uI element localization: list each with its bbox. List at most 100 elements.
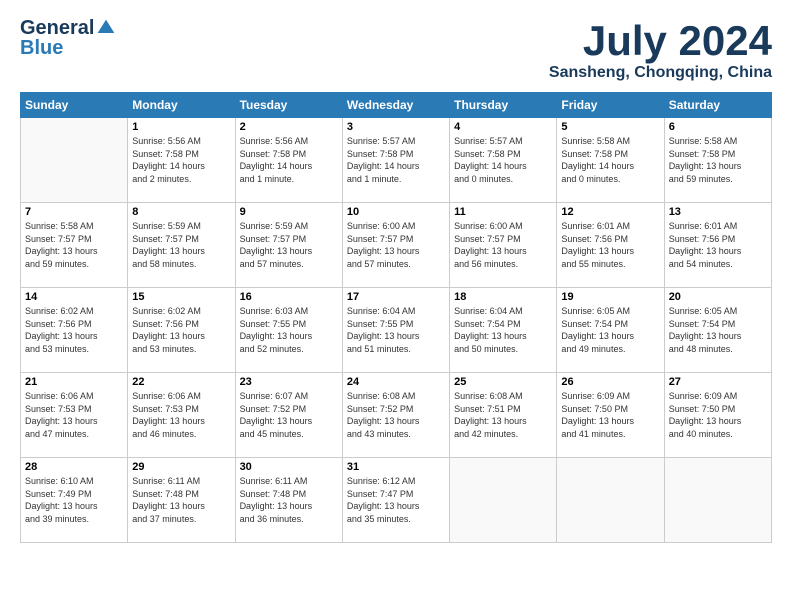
day-info: Sunrise: 6:06 AM Sunset: 7:53 PM Dayligh… (132, 390, 230, 440)
day-cell: 22Sunrise: 6:06 AM Sunset: 7:53 PM Dayli… (128, 373, 235, 458)
day-info: Sunrise: 6:07 AM Sunset: 7:52 PM Dayligh… (240, 390, 338, 440)
day-info: Sunrise: 6:09 AM Sunset: 7:50 PM Dayligh… (561, 390, 659, 440)
day-number: 19 (561, 291, 659, 303)
week-row-3: 21 Sunrise: 6:06 AM Sunset: 7:53 PM Dayli… (21, 373, 772, 458)
day-cell: 26 Sunrise: 6:09 AM Sunset: 7:50 PM Dayli… (557, 373, 664, 458)
day-number: 26 (561, 376, 659, 388)
day-number: 1 (132, 121, 230, 133)
day-number: 24 (347, 376, 445, 388)
logo-general: General (20, 18, 94, 38)
day-number: 18 (454, 291, 552, 303)
day-info: Sunrise: 6:01 AM Sunset: 7:56 PM Dayligh… (561, 220, 659, 270)
day-info: Sunrise: 5:56 AM Sunset: 7:58 PM Dayligh… (132, 135, 230, 185)
day-number: 9 (240, 206, 338, 218)
day-number: 3 (347, 121, 445, 133)
day-number: 7 (25, 206, 123, 218)
col-header-friday: Friday (557, 93, 664, 118)
day-info: Sunrise: 6:02 AM Sunset: 7:56 PM Dayligh… (25, 305, 123, 355)
day-number: 8 (132, 206, 230, 218)
day-cell: 30Sunrise: 6:11 AM Sunset: 7:48 PM Dayli… (235, 458, 342, 543)
day-cell: 2 Sunrise: 5:56 AM Sunset: 7:58 PM Daylig… (235, 118, 342, 203)
day-cell: 14 Sunrise: 6:02 AM Sunset: 7:56 PM Dayli… (21, 288, 128, 373)
col-header-saturday: Saturday (664, 93, 771, 118)
day-cell: 27 Sunrise: 6:09 AM Sunset: 7:50 PM Dayli… (664, 373, 771, 458)
logo-text: General (20, 18, 116, 38)
logo-icon (96, 18, 116, 38)
day-info: Sunrise: 6:02 AM Sunset: 7:56 PM Dayligh… (132, 305, 230, 355)
day-info: Sunrise: 6:08 AM Sunset: 7:52 PM Dayligh… (347, 390, 445, 440)
week-row-4: 28Sunrise: 6:10 AM Sunset: 7:49 PM Dayli… (21, 458, 772, 543)
day-number: 16 (240, 291, 338, 303)
day-info: Sunrise: 5:58 AM Sunset: 7:57 PM Dayligh… (25, 220, 123, 270)
day-cell: 3 Sunrise: 5:57 AM Sunset: 7:58 PM Daylig… (342, 118, 449, 203)
day-number: 11 (454, 206, 552, 218)
day-number: 31 (347, 461, 445, 473)
day-info: Sunrise: 6:06 AM Sunset: 7:53 PM Dayligh… (25, 390, 123, 440)
day-cell (664, 458, 771, 543)
title-block: July 2024 Sansheng, Chongqing, China (549, 18, 772, 82)
day-number: 20 (669, 291, 767, 303)
day-cell: 10 Sunrise: 6:00 AM Sunset: 7:57 PM Dayli… (342, 203, 449, 288)
header-row: SundayMondayTuesdayWednesdayThursdayFrid… (21, 93, 772, 118)
day-number: 13 (669, 206, 767, 218)
day-info: Sunrise: 5:58 AM Sunset: 7:58 PM Dayligh… (561, 135, 659, 185)
week-row-1: 7 Sunrise: 5:58 AM Sunset: 7:57 PM Daylig… (21, 203, 772, 288)
day-cell: 13Sunrise: 6:01 AM Sunset: 7:56 PM Dayli… (664, 203, 771, 288)
day-cell: 11 Sunrise: 6:00 AM Sunset: 7:57 PM Dayli… (450, 203, 557, 288)
day-cell: 6Sunrise: 5:58 AM Sunset: 7:58 PM Daylig… (664, 118, 771, 203)
col-header-monday: Monday (128, 93, 235, 118)
day-number: 15 (132, 291, 230, 303)
day-info: Sunrise: 6:05 AM Sunset: 7:54 PM Dayligh… (561, 305, 659, 355)
day-cell: 5 Sunrise: 5:58 AM Sunset: 7:58 PM Daylig… (557, 118, 664, 203)
col-header-thursday: Thursday (450, 93, 557, 118)
title-month: July 2024 (549, 18, 772, 64)
week-row-2: 14 Sunrise: 6:02 AM Sunset: 7:56 PM Dayli… (21, 288, 772, 373)
day-info: Sunrise: 6:03 AM Sunset: 7:55 PM Dayligh… (240, 305, 338, 355)
day-cell: 19 Sunrise: 6:05 AM Sunset: 7:54 PM Dayli… (557, 288, 664, 373)
day-info: Sunrise: 5:59 AM Sunset: 7:57 PM Dayligh… (132, 220, 230, 270)
day-cell: 29Sunrise: 6:11 AM Sunset: 7:48 PM Dayli… (128, 458, 235, 543)
day-info: Sunrise: 5:56 AM Sunset: 7:58 PM Dayligh… (240, 135, 338, 185)
day-info: Sunrise: 5:57 AM Sunset: 7:58 PM Dayligh… (347, 135, 445, 185)
day-number: 27 (669, 376, 767, 388)
day-number: 21 (25, 376, 123, 388)
day-cell: 12 Sunrise: 6:01 AM Sunset: 7:56 PM Dayli… (557, 203, 664, 288)
calendar-table: SundayMondayTuesdayWednesdayThursdayFrid… (20, 92, 772, 543)
day-info: Sunrise: 5:59 AM Sunset: 7:57 PM Dayligh… (240, 220, 338, 270)
day-cell: 1 Sunrise: 5:56 AM Sunset: 7:58 PM Daylig… (128, 118, 235, 203)
day-number: 17 (347, 291, 445, 303)
day-info: Sunrise: 6:00 AM Sunset: 7:57 PM Dayligh… (347, 220, 445, 270)
day-info: Sunrise: 6:12 AM Sunset: 7:47 PM Dayligh… (347, 475, 445, 525)
day-info: Sunrise: 5:57 AM Sunset: 7:58 PM Dayligh… (454, 135, 552, 185)
day-number: 25 (454, 376, 552, 388)
day-cell (557, 458, 664, 543)
title-location: Sansheng, Chongqing, China (549, 64, 772, 82)
day-number: 12 (561, 206, 659, 218)
day-cell: 28Sunrise: 6:10 AM Sunset: 7:49 PM Dayli… (21, 458, 128, 543)
day-cell: 31 Sunrise: 6:12 AM Sunset: 7:47 PM Dayli… (342, 458, 449, 543)
day-number: 5 (561, 121, 659, 133)
day-cell: 15 Sunrise: 6:02 AM Sunset: 7:56 PM Dayli… (128, 288, 235, 373)
day-cell: 17Sunrise: 6:04 AM Sunset: 7:55 PM Dayli… (342, 288, 449, 373)
day-info: Sunrise: 6:04 AM Sunset: 7:54 PM Dayligh… (454, 305, 552, 355)
day-number: 4 (454, 121, 552, 133)
day-cell (450, 458, 557, 543)
day-cell: 9 Sunrise: 5:59 AM Sunset: 7:57 PM Daylig… (235, 203, 342, 288)
col-header-sunday: Sunday (21, 93, 128, 118)
day-info: Sunrise: 6:09 AM Sunset: 7:50 PM Dayligh… (669, 390, 767, 440)
page: General Blue July 2024 Sansheng, Chongqi… (0, 0, 792, 612)
day-cell: 21 Sunrise: 6:06 AM Sunset: 7:53 PM Dayli… (21, 373, 128, 458)
day-number: 2 (240, 121, 338, 133)
day-info: Sunrise: 6:10 AM Sunset: 7:49 PM Dayligh… (25, 475, 123, 525)
day-cell: 7 Sunrise: 5:58 AM Sunset: 7:57 PM Daylig… (21, 203, 128, 288)
week-row-0: 1 Sunrise: 5:56 AM Sunset: 7:58 PM Daylig… (21, 118, 772, 203)
day-number: 10 (347, 206, 445, 218)
day-cell: 24 Sunrise: 6:08 AM Sunset: 7:52 PM Dayli… (342, 373, 449, 458)
header: General Blue July 2024 Sansheng, Chongqi… (20, 18, 772, 82)
day-info: Sunrise: 6:08 AM Sunset: 7:51 PM Dayligh… (454, 390, 552, 440)
day-cell: 16 Sunrise: 6:03 AM Sunset: 7:55 PM Dayli… (235, 288, 342, 373)
day-number: 14 (25, 291, 123, 303)
col-header-tuesday: Tuesday (235, 93, 342, 118)
day-cell: 8 Sunrise: 5:59 AM Sunset: 7:57 PM Daylig… (128, 203, 235, 288)
day-info: Sunrise: 6:00 AM Sunset: 7:57 PM Dayligh… (454, 220, 552, 270)
